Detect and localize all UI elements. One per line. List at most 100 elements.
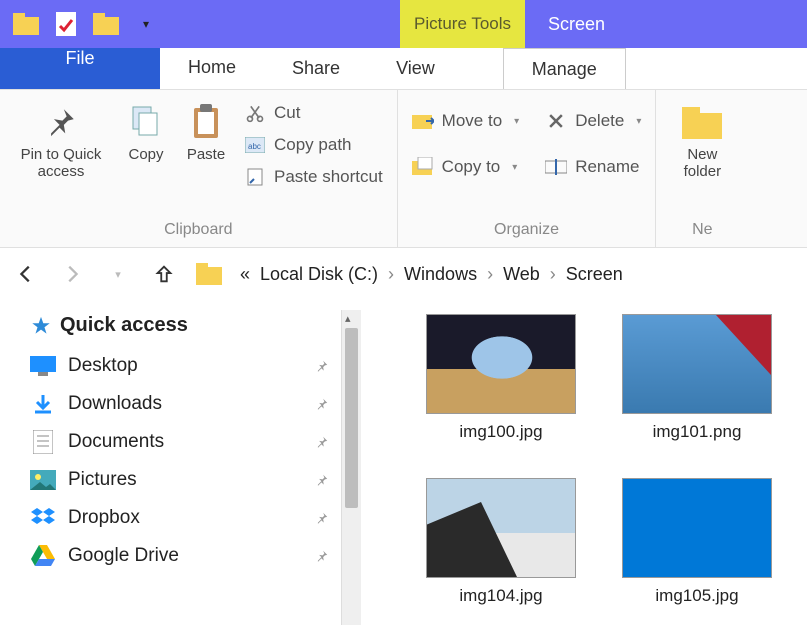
move-to-icon: [412, 110, 434, 132]
paste-shortcut-label: Paste shortcut: [274, 167, 383, 187]
picture-tools-context-tab[interactable]: Picture Tools: [400, 0, 525, 48]
breadcrumb-item[interactable]: Web: [503, 264, 540, 285]
delete-icon: [545, 110, 567, 132]
copy-path-button[interactable]: abc Copy path: [240, 132, 387, 158]
file-item[interactable]: img105.jpg: [617, 478, 777, 606]
breadcrumb-item[interactable]: Screen: [566, 264, 623, 285]
tab-view[interactable]: View: [368, 48, 463, 89]
customize-qat-dropdown[interactable]: ▾: [132, 10, 160, 38]
sidebar-item-documents[interactable]: Documents: [30, 423, 341, 461]
chevron-down-icon: ▾: [636, 116, 641, 127]
file-name: img104.jpg: [459, 586, 542, 606]
pictures-icon: [30, 467, 56, 493]
chevron-down-icon: ▾: [514, 116, 519, 127]
file-name: img101.png: [653, 422, 742, 442]
delete-label: Delete: [575, 111, 624, 131]
new-group-label: Ne: [666, 217, 738, 243]
chevron-down-icon: ▾: [512, 162, 517, 173]
up-button[interactable]: [150, 263, 178, 285]
sidebar-item-pictures[interactable]: Pictures: [30, 461, 341, 499]
sidebar-item-label: Pictures: [68, 469, 137, 491]
pin-icon: [315, 511, 329, 525]
pin-icon: [315, 435, 329, 449]
ribbon: Pin to Quick access Copy Paste: [0, 90, 807, 248]
dropbox-icon: [30, 505, 56, 531]
quick-access-label: Quick access: [60, 314, 188, 337]
folder-icon[interactable]: [196, 263, 222, 285]
ribbon-group-new: New folder Ne: [656, 90, 748, 247]
rename-button[interactable]: Rename: [541, 154, 645, 180]
pin-icon: [315, 549, 329, 563]
copy-to-label: Copy to: [442, 157, 501, 177]
address-bar-row: ▾ « Local Disk (C:) › Windows › Web › Sc…: [0, 248, 807, 300]
sidebar-item-label: Desktop: [68, 355, 138, 377]
tab-share[interactable]: Share: [264, 48, 368, 89]
pin-to-quick-access-label: Pin to Quick access: [16, 146, 106, 180]
chevron-right-icon: ›: [388, 264, 394, 285]
new-folder-icon: [682, 102, 722, 142]
tab-manage[interactable]: Manage: [503, 48, 626, 89]
properties-icon[interactable]: [52, 10, 80, 38]
copy-label: Copy: [128, 146, 163, 163]
sidebar-item-label: Dropbox: [68, 507, 140, 529]
paste-shortcut-button[interactable]: Paste shortcut: [240, 164, 387, 190]
scroll-thumb[interactable]: [345, 328, 358, 508]
breadcrumb-item[interactable]: Windows: [404, 264, 477, 285]
breadcrumb-prefix: «: [240, 264, 250, 285]
recent-locations-dropdown[interactable]: ▾: [104, 268, 132, 281]
folder-icon[interactable]: [12, 10, 40, 38]
window-title: Screen: [548, 0, 605, 48]
ribbon-group-organize: Move to ▾ Copy to ▾ Delete ▾: [398, 90, 657, 247]
sidebar-item-dropbox[interactable]: Dropbox: [30, 499, 341, 537]
sidebar-item-desktop[interactable]: Desktop: [30, 347, 341, 385]
delete-button[interactable]: Delete ▾: [541, 108, 645, 134]
quick-launch: ▾: [0, 10, 160, 38]
file-item[interactable]: img104.jpg: [421, 478, 581, 606]
quick-access-header[interactable]: Quick access: [30, 310, 341, 347]
google-drive-icon: [30, 543, 56, 569]
file-thumbnail: [426, 478, 576, 578]
file-list: img100.jpg img101.png img104.jpg img105.…: [365, 300, 807, 625]
ribbon-tabs: File Home Share View Manage: [0, 48, 807, 90]
copy-path-icon: abc: [244, 134, 266, 156]
paste-icon: [186, 102, 226, 142]
new-folder-icon[interactable]: [92, 10, 120, 38]
copy-path-label: Copy path: [274, 135, 352, 155]
rename-label: Rename: [575, 157, 639, 177]
sidebar-item-google-drive[interactable]: Google Drive: [30, 537, 341, 575]
clipboard-group-label: Clipboard: [10, 217, 387, 243]
navigation-pane: Quick access Desktop Downloads Documents…: [0, 300, 365, 625]
forward-button[interactable]: [58, 263, 86, 285]
back-button[interactable]: [12, 263, 40, 285]
move-to-button[interactable]: Move to ▾: [408, 108, 524, 134]
copy-button[interactable]: Copy: [120, 98, 172, 167]
pin-icon: [315, 359, 329, 373]
file-item[interactable]: img101.png: [617, 314, 777, 442]
cut-icon: [244, 102, 266, 124]
copy-to-button[interactable]: Copy to ▾: [408, 154, 524, 180]
nav-pane-scrollbar[interactable]: ▴: [341, 310, 361, 625]
copy-icon: [126, 102, 166, 142]
breadcrumb[interactable]: « Local Disk (C:) › Windows › Web › Scre…: [240, 264, 623, 285]
chevron-right-icon: ›: [550, 264, 556, 285]
file-thumbnail: [622, 314, 772, 414]
file-thumbnail: [426, 314, 576, 414]
rename-icon: [545, 156, 567, 178]
file-item[interactable]: img100.jpg: [421, 314, 581, 442]
tab-file[interactable]: File: [0, 48, 160, 89]
sidebar-item-downloads[interactable]: Downloads: [30, 385, 341, 423]
pin-icon: [315, 397, 329, 411]
file-name: img100.jpg: [459, 422, 542, 442]
ribbon-group-clipboard: Pin to Quick access Copy Paste: [0, 90, 398, 247]
tab-home[interactable]: Home: [160, 48, 264, 89]
new-folder-label: New folder: [672, 146, 732, 180]
new-folder-button[interactable]: New folder: [666, 98, 738, 184]
downloads-icon: [30, 391, 56, 417]
scroll-up-icon[interactable]: ▴: [345, 312, 351, 325]
file-name: img105.jpg: [655, 586, 738, 606]
paste-button[interactable]: Paste: [180, 98, 232, 167]
cut-button[interactable]: Cut: [240, 100, 387, 126]
move-to-label: Move to: [442, 111, 502, 131]
pin-to-quick-access-button[interactable]: Pin to Quick access: [10, 98, 112, 184]
breadcrumb-item[interactable]: Local Disk (C:): [260, 264, 378, 285]
